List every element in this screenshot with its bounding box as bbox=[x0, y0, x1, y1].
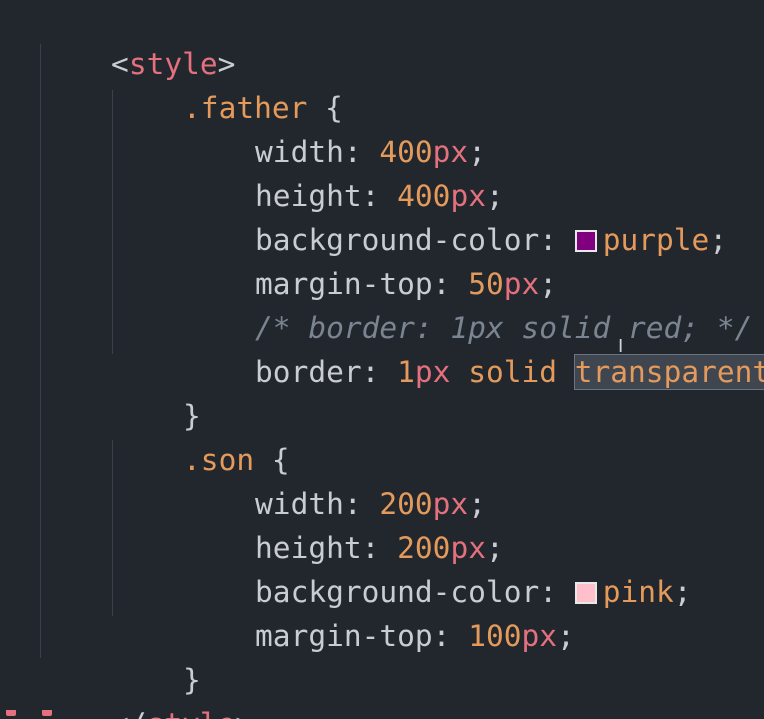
unit: px bbox=[414, 355, 451, 389]
code-line-father-border: border: 1px solid transparent; bbox=[184, 312, 764, 390]
code-line-father-comment: /* border: 1px solid red; */ bbox=[184, 268, 752, 345]
text-cursor-icon: I bbox=[618, 336, 624, 357]
code-line-son-height: height: 200px; bbox=[184, 488, 504, 565]
code-line-son-close: } bbox=[112, 620, 201, 697]
code-line-son-bg: background-color: pink; bbox=[184, 532, 692, 609]
color-swatch-icon[interactable] bbox=[574, 230, 597, 252]
unit: px bbox=[521, 619, 558, 653]
code-line-father-bg: background-color: purple; bbox=[184, 180, 727, 257]
number-value: 1 bbox=[397, 355, 415, 389]
code-editor[interactable]: <style> .father { width: 400px; height: … bbox=[0, 0, 764, 719]
cut-off-glyph bbox=[6, 710, 16, 716]
cut-off-glyph bbox=[42, 710, 52, 716]
color-keyword: pink bbox=[602, 575, 674, 609]
semicolon: ; bbox=[557, 619, 575, 653]
color-swatch-icon[interactable] bbox=[574, 582, 597, 604]
code-line-son-selector: .son { bbox=[112, 400, 290, 477]
semicolon: ; bbox=[673, 575, 692, 609]
code-line-son-width: width: 200px; bbox=[184, 444, 486, 521]
code-line-style-open: <style> bbox=[40, 4, 235, 81]
style-tag-name: style bbox=[147, 707, 236, 719]
code-line-father-height: height: 400px; bbox=[184, 136, 504, 213]
indent-guide-level1 bbox=[40, 44, 41, 658]
code-line-style-close: </style> bbox=[40, 664, 253, 719]
semicolon: ; bbox=[709, 223, 728, 257]
property-name: border: bbox=[255, 355, 398, 389]
code-line-father-selector: .father { bbox=[112, 48, 343, 125]
angle-open: </ bbox=[111, 707, 147, 719]
cut-off-code-line bbox=[0, 710, 60, 719]
selected-word-highlight[interactable]: transparent bbox=[573, 354, 764, 390]
code-line-father-margin-top: margin-top: 50px; bbox=[184, 224, 557, 301]
code-line-father-close: } bbox=[112, 356, 201, 433]
number-value: 100 bbox=[468, 619, 522, 653]
code-line-father-width: width: 400px; bbox=[184, 92, 486, 169]
color-keyword: purple bbox=[602, 223, 710, 257]
property-name: margin-top: bbox=[255, 619, 469, 653]
code-line-son-margin-top: margin-top: 100px; bbox=[184, 576, 575, 653]
border-style-keyword: solid bbox=[450, 355, 575, 389]
angle-close: > bbox=[235, 707, 253, 719]
